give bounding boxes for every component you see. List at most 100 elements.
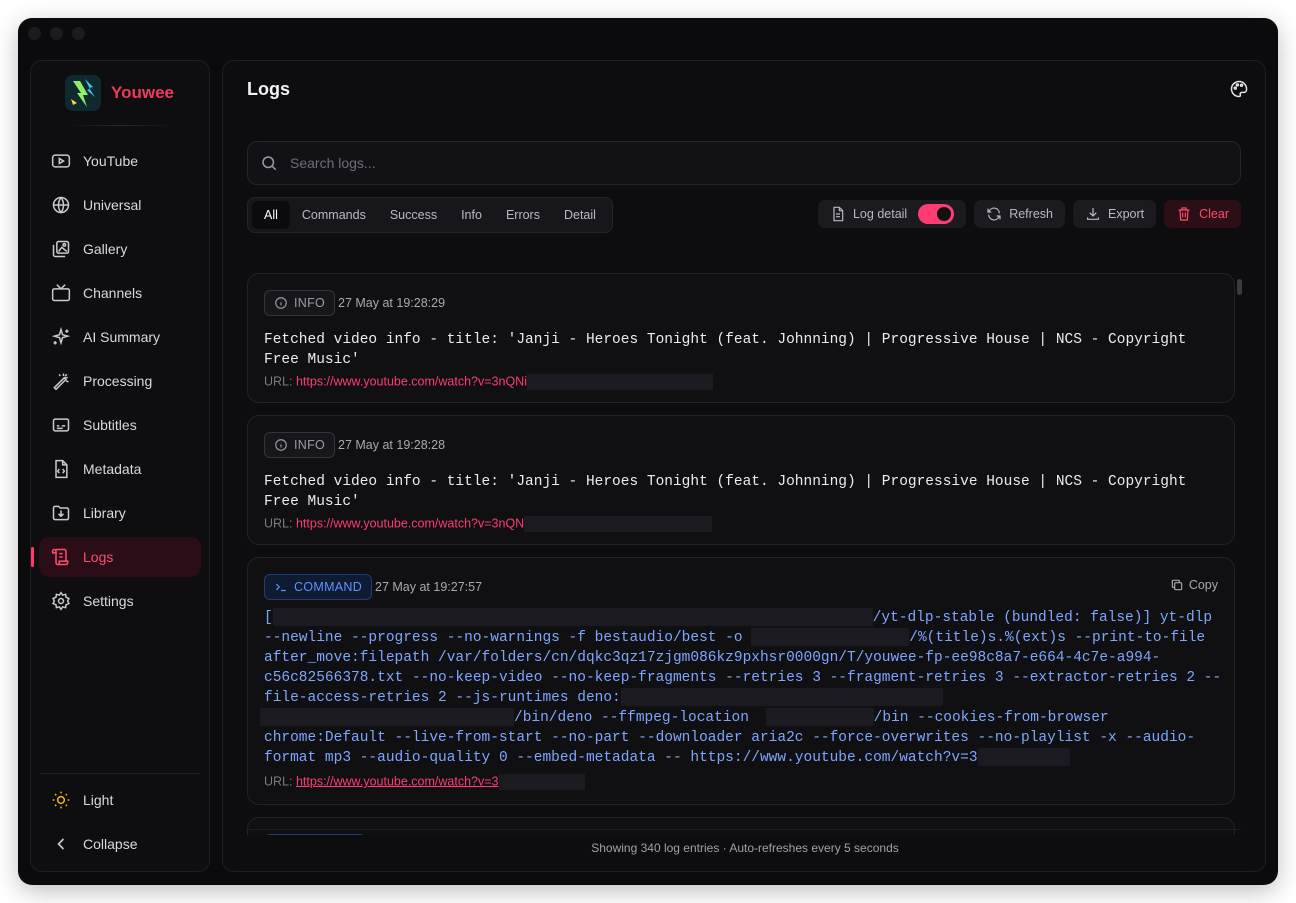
refresh-label: Refresh <box>1009 207 1053 221</box>
theme-toggle[interactable]: Light <box>39 780 201 820</box>
app-name: Youwee <box>111 83 174 102</box>
log-url-row: URL: https://www.youtube.com/watch?v=3nQ… <box>264 374 713 390</box>
log-url-link[interactable]: https://www.youtube.com/watch?v=3nQNi <box>296 374 527 388</box>
log-message: Fetched video info - title: 'Janji - Her… <box>264 332 1187 368</box>
filter-commands[interactable]: Commands <box>290 201 378 229</box>
theme-palette-button[interactable] <box>1229 79 1249 99</box>
log-timestamp: 27 May at 19:27:57 <box>375 580 483 594</box>
redacted-text <box>524 516 713 532</box>
filter-success[interactable]: Success <box>378 201 449 229</box>
redacted-text <box>272 608 873 627</box>
log-url-link[interactable]: https://www.youtube.com/watch?v=3 <box>296 774 499 788</box>
file-text-icon <box>833 206 844 222</box>
folder-download-icon <box>52 505 70 521</box>
window-controls <box>28 27 85 40</box>
scrollbar-thumb[interactable] <box>1237 279 1242 295</box>
command-badge: COMMAND <box>264 574 373 600</box>
collapse-label: Collapse <box>83 836 138 852</box>
close-window-button[interactable] <box>28 27 41 40</box>
clear-button[interactable]: Clear <box>1164 200 1241 228</box>
sidebar-item-metadata[interactable]: Metadata <box>39 449 201 489</box>
maximize-window-button[interactable] <box>72 27 85 40</box>
sidebar-item-label: YouTube <box>83 153 139 169</box>
filter-info[interactable]: Info <box>449 201 494 229</box>
command-text: [ /yt-dlp-stable (bundled: false)] yt-dlp… <box>260 608 1224 768</box>
log-detail-switch[interactable] <box>918 204 955 224</box>
command-line: /bin/deno --ffmpeg-location /bin --cooki… <box>260 708 1224 728</box>
search-icon <box>262 156 277 171</box>
globe-icon <box>52 196 70 214</box>
log-detail-label: Log detail <box>852 207 908 221</box>
main-panel: Logs All Commands Success Info Errors De… <box>222 60 1266 872</box>
sidebar-item-label: Processing <box>83 373 153 389</box>
sidebar-item-label: Subtitles <box>83 417 137 433</box>
sidebar-item-label: Universal <box>83 197 142 213</box>
export-label: Export <box>1107 207 1145 221</box>
gallery-icon <box>52 240 70 258</box>
minimize-window-button[interactable] <box>50 27 63 40</box>
refresh-icon <box>987 207 1001 221</box>
command-segment: format mp3 --audio-quality 0 --embed-met… <box>264 750 978 766</box>
log-type: INFO <box>294 296 326 310</box>
log-type: INFO <box>294 438 326 452</box>
tv-icon <box>51 284 71 302</box>
scroll-icon <box>51 548 69 566</box>
sidebar-item-channels[interactable]: Channels <box>39 273 201 313</box>
log-entry <box>247 817 1235 835</box>
filter-errors[interactable]: Errors <box>494 201 552 229</box>
sidebar-item-youtube[interactable]: YouTube <box>39 141 201 181</box>
command-line: after_move:filepath /var/folders/cn/dqkc… <box>264 650 1161 666</box>
theme-toggle-label: Light <box>83 792 114 808</box>
gear-icon <box>52 591 70 611</box>
download-icon <box>1087 208 1099 220</box>
sidebar-item-universal[interactable]: Universal <box>39 185 201 225</box>
copy-icon <box>1171 579 1183 591</box>
search-input[interactable] <box>290 155 1190 171</box>
trash-icon <box>1178 207 1190 221</box>
sidebar-footer: Light Collapse <box>39 773 201 868</box>
sidebar-item-library[interactable]: Library <box>39 493 201 533</box>
command-segment: /bin --cookies-from-browser <box>873 710 1109 726</box>
sidebar-item-label: Metadata <box>83 461 142 477</box>
sidebar-item-settings[interactable]: Settings <box>39 581 201 621</box>
palette-icon <box>1230 80 1248 98</box>
log-detail-toggle[interactable]: Log detail <box>817 200 967 228</box>
file-code-icon <box>55 459 68 479</box>
brand: Youwee <box>65 75 174 111</box>
redacted-text <box>620 688 943 707</box>
log-entry: COMMAND 27 May at 19:27:57 Copy [ /yt-dlp… <box>247 557 1235 805</box>
copy-label: Copy <box>1188 578 1218 592</box>
command-line: --newline --progress --no-warnings -f be… <box>264 628 1224 648</box>
log-url-link[interactable]: https://www.youtube.com/watch?v=3nQN <box>296 516 524 530</box>
toolbar-actions: Log detail Refresh Export Clear <box>817 200 1241 228</box>
log-timestamp: 27 May at 19:28:28 <box>338 438 446 452</box>
sidebar-item-subtitles[interactable]: Subtitles <box>39 405 201 445</box>
sidebar-item-processing[interactable]: Processing <box>39 361 201 401</box>
export-button[interactable]: Export <box>1072 200 1157 228</box>
command-segment: /yt-dlp-stable (bundled: false)] yt-dlp <box>872 610 1213 626</box>
log-list[interactable]: INFO 27 May at 19:28:29 Fetched video in… <box>247 273 1237 835</box>
refresh-button[interactable]: Refresh <box>974 200 1065 228</box>
magic-wand-icon <box>53 373 69 391</box>
filter-all[interactable]: All <box>252 201 290 229</box>
info-icon <box>275 297 287 309</box>
sidebar-nav: YouTube Universal Gallery Channels AI Su… <box>31 141 201 625</box>
sidebar-item-label: Logs <box>83 549 114 565</box>
redacted-text <box>260 708 514 727</box>
subtitles-icon <box>52 418 70 432</box>
chevron-left-icon <box>57 838 65 850</box>
redacted-text <box>977 748 1070 767</box>
sidebar-item-ai-summary[interactable]: AI Summary <box>39 317 201 357</box>
sidebar-item-gallery[interactable]: Gallery <box>39 229 201 269</box>
command-segment: [ <box>264 610 273 626</box>
collapse-sidebar-button[interactable]: Collapse <box>39 824 201 864</box>
sidebar-item-logs[interactable]: Logs <box>31 537 201 577</box>
command-segment: --newline --progress --no-warnings -f be… <box>264 630 743 646</box>
app-window: Youwee YouTube Universal Gallery Channel… <box>18 18 1278 885</box>
redacted-text <box>751 628 910 647</box>
clear-label: Clear <box>1199 207 1229 221</box>
copy-button[interactable]: Copy <box>1170 578 1218 592</box>
command-line: chrome:Default --live-from-start --no-pa… <box>264 730 1196 746</box>
sparkles-icon <box>51 327 71 346</box>
filter-detail[interactable]: Detail <box>552 201 608 229</box>
